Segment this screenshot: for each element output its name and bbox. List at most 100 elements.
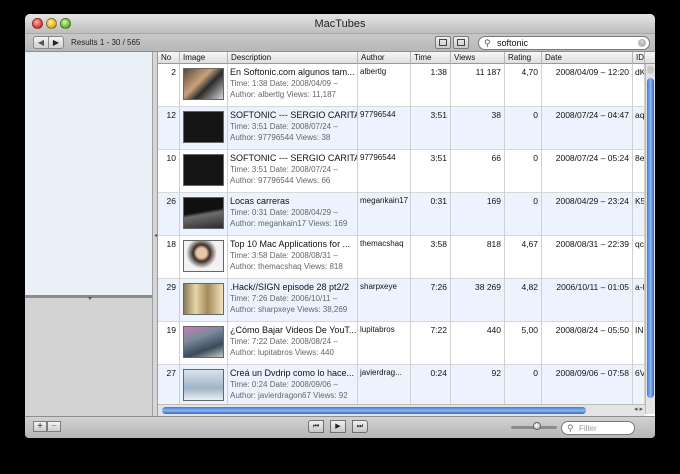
column-header-date[interactable]: Date — [542, 52, 633, 64]
add-button[interactable]: + — [33, 421, 47, 432]
search-field[interactable]: ⚲ softonic × — [478, 36, 650, 50]
row-number: 12 — [158, 107, 180, 150]
video-time-date: Time: 0:24 Date: 2008/09/06 – — [230, 380, 338, 389]
author-cell: themacshaq — [358, 236, 411, 279]
rating-cell: 0 — [505, 193, 542, 236]
time-cell: 1:38 — [411, 64, 451, 107]
video-thumbnail[interactable] — [183, 283, 224, 315]
remove-button[interactable]: − — [47, 421, 61, 432]
author-cell: megankain17 — [358, 193, 411, 236]
column-header-id[interactable]: ID — [633, 52, 645, 64]
time-cell: 3:51 — [411, 150, 451, 193]
video-time-date: Time: 3:58 Date: 2008/08/31 – — [230, 251, 338, 260]
app-window: MacTubes ◀ ▶ Results 1 - 30 / 565 ⚲ soft… — [25, 14, 655, 438]
column-header-views[interactable]: Views — [451, 52, 505, 64]
toolbar: ◀ ▶ Results 1 - 30 / 565 ⚲ softonic × — [25, 34, 655, 52]
video-title: SOFTONIC --- SERGIO CARITAS — [230, 153, 358, 163]
video-thumbnail[interactable] — [183, 111, 224, 143]
column-header-author[interactable]: Author — [358, 52, 411, 64]
author-cell: 97796544 — [358, 150, 411, 193]
window-title: MacTubes — [314, 18, 366, 30]
id-cell: aq — [633, 107, 645, 150]
id-cell: K5 — [633, 193, 645, 236]
video-title: Creá un Dvdrip como lo hace... — [230, 368, 355, 378]
filter-field[interactable]: ⚲ Filter — [561, 421, 635, 435]
table-row[interactable]: 10 SOFTONIC --- SERGIO CARITAS Time: 3:5… — [158, 150, 655, 193]
description-cell: SOFTONIC --- SERGIO CARITAS Time: 3:51 D… — [228, 107, 358, 150]
row-number: 18 — [158, 236, 180, 279]
table-row[interactable]: 19 ¿Cómo Bajar Videos De YouT... Time: 7… — [158, 322, 655, 365]
video-author-views: Author: 97796544 Views: 66 — [230, 176, 331, 185]
horizontal-scrollbar[interactable]: ◂ ▸ — [158, 404, 645, 416]
window-icon[interactable] — [453, 36, 469, 49]
forward-button[interactable]: ▶ — [48, 36, 64, 49]
split-grip-icon[interactable] — [88, 297, 92, 300]
video-author-views: Author: javierdragon67 Views: 92 — [230, 391, 348, 400]
play-button[interactable]: ▶ — [330, 420, 346, 433]
table-row[interactable]: 12 SOFTONIC --- SERGIO CARITAS Time: 3:5… — [158, 107, 655, 150]
description-cell: Creá un Dvdrip como lo hace... Time: 0:2… — [228, 365, 358, 408]
views-cell: 440 — [451, 322, 505, 365]
slider-knob[interactable] — [533, 422, 541, 430]
video-time-date: Time: 1:38 Date: 2008/04/09 – — [230, 79, 338, 88]
time-cell: 3:51 — [411, 107, 451, 150]
title-bar[interactable]: MacTubes — [25, 14, 655, 34]
description-cell: En Softonic.com algunos tam... Time: 1:3… — [228, 64, 358, 107]
next-track-button[interactable]: ⏭ — [352, 420, 368, 433]
thumbnail-cell — [180, 279, 228, 322]
date-cell: 2008/07/24 – 05:24 — [542, 150, 633, 193]
video-thumbnail[interactable] — [183, 369, 224, 401]
video-thumbnail[interactable] — [183, 197, 224, 229]
views-cell: 11 187 — [451, 64, 505, 107]
previous-track-button[interactable]: ⏮ — [308, 420, 324, 433]
video-thumbnail[interactable] — [183, 326, 224, 358]
view-mode-icon[interactable] — [435, 36, 451, 49]
table-header: No Image Description Author Time Views R… — [158, 52, 655, 64]
clear-search-icon[interactable]: × — [638, 39, 646, 47]
table-row[interactable]: 27 Creá un Dvdrip como lo hace... Time: … — [158, 365, 655, 408]
rating-cell: 4,70 — [505, 64, 542, 107]
views-cell: 169 — [451, 193, 505, 236]
filter-input[interactable]: Filter — [579, 424, 597, 433]
video-author-views: Author: sharpxeye Views: 38,269 — [230, 305, 348, 314]
horizontal-scroll-thumb[interactable] — [162, 407, 586, 414]
thumbnail-cell — [180, 322, 228, 365]
sidebar-list[interactable] — [25, 52, 153, 295]
author-cell: 97796544 — [358, 107, 411, 150]
column-header-rating[interactable]: Rating — [505, 52, 542, 64]
description-cell: SOFTONIC --- SERGIO CARITAS Time: 3:51 D… — [228, 150, 358, 193]
table-row[interactable]: 2 En Softonic.com algunos tam... Time: 1… — [158, 64, 655, 107]
views-cell: 818 — [451, 236, 505, 279]
video-title: En Softonic.com algunos tam... — [230, 67, 355, 77]
row-number: 2 — [158, 64, 180, 107]
video-thumbnail[interactable] — [183, 154, 224, 186]
views-cell: 66 — [451, 150, 505, 193]
author-cell: lupitabros — [358, 322, 411, 365]
column-header-image[interactable]: Image — [180, 52, 228, 64]
video-thumbnail[interactable] — [183, 68, 224, 100]
date-cell: 2008/09/06 – 07:58 — [542, 365, 633, 408]
table-row[interactable]: 29 .Hack//SIGN episode 28 pt2/2 Time: 7:… — [158, 279, 655, 322]
vertical-scroll-thumb[interactable] — [647, 78, 654, 398]
date-cell: 2008/07/24 – 04:47 — [542, 107, 633, 150]
table-row[interactable]: 18 Top 10 Mac Applications for ... Time:… — [158, 236, 655, 279]
table-row[interactable]: 26 Locas carreras Time: 0:31 Date: 2008/… — [158, 193, 655, 236]
search-input[interactable]: softonic — [497, 38, 528, 48]
column-header-time[interactable]: Time — [411, 52, 451, 64]
vertical-scrollbar[interactable] — [645, 64, 655, 414]
time-cell: 0:31 — [411, 193, 451, 236]
splitter-grip-icon: ◂ — [154, 233, 158, 239]
author-cell: albertlg — [358, 64, 411, 107]
column-header-description[interactable]: Description — [228, 52, 358, 64]
id-cell: 8e — [633, 150, 645, 193]
video-author-views: Author: themacshaq Views: 818 — [230, 262, 343, 271]
video-thumbnail[interactable] — [183, 240, 224, 272]
id-cell: qc — [633, 236, 645, 279]
scroll-arrows-icon[interactable]: ◂ ▸ — [634, 405, 643, 413]
thumbnail-cell — [180, 193, 228, 236]
back-button[interactable]: ◀ — [33, 36, 49, 49]
video-title: ¿Cómo Bajar Videos De YouT... — [230, 325, 357, 335]
row-number: 19 — [158, 322, 180, 365]
video-title: Top 10 Mac Applications for ... — [230, 239, 351, 249]
column-header-no[interactable]: No — [158, 52, 180, 64]
